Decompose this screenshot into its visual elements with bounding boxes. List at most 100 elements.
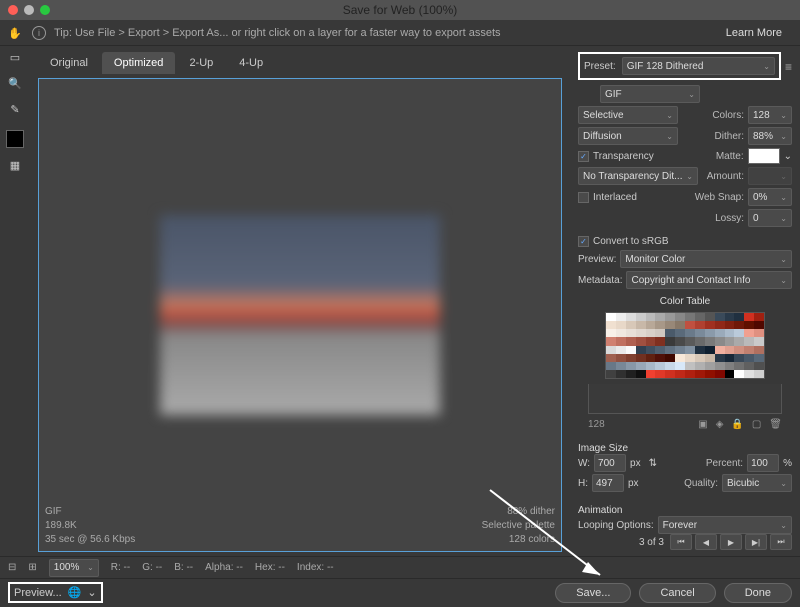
color-swatch[interactable] [646,321,656,329]
color-swatch[interactable] [685,346,695,354]
browser-dropdown-icon[interactable]: ⌄ [87,586,96,599]
color-swatch[interactable] [734,346,744,354]
color-swatch[interactable] [646,346,656,354]
tab-original[interactable]: Original [38,52,100,74]
tab-2up[interactable]: 2-Up [177,52,225,74]
color-swatch[interactable] [695,329,705,337]
color-swatch[interactable] [744,313,754,321]
eyedropper-tool[interactable]: ✎ [6,100,24,118]
color-swatch[interactable] [705,329,715,337]
color-swatch[interactable] [695,370,705,378]
color-swatch[interactable] [606,346,616,354]
lossy-value[interactable]: 0⌄ [748,209,792,227]
color-swatch[interactable] [715,362,725,370]
color-swatch[interactable] [725,313,735,321]
status-icon-2[interactable]: ⊞ [28,562,36,573]
color-swatch[interactable] [725,321,735,329]
tab-4up[interactable]: 4-Up [227,52,275,74]
color-swatch[interactable] [655,346,665,354]
color-swatch[interactable] [675,346,685,354]
preset-select[interactable]: GIF 128 Dithered⌄ [622,57,775,75]
color-swatch[interactable] [734,337,744,345]
color-swatch[interactable] [705,313,715,321]
matte-swatch[interactable] [748,148,780,164]
color-swatch[interactable] [665,329,675,337]
ct-icon-2[interactable]: ◈ [716,419,724,430]
reduction-select[interactable]: Selective⌄ [578,106,678,124]
color-swatch[interactable] [626,329,636,337]
colors-select[interactable]: 128⌄ [748,106,792,124]
color-swatch[interactable] [616,370,626,378]
websnap-value[interactable]: 0%⌄ [748,188,792,206]
color-swatch[interactable] [665,313,675,321]
width-input[interactable] [594,454,626,472]
color-swatch[interactable] [744,370,754,378]
looping-select[interactable]: Forever⌄ [658,516,792,534]
minimize-window-button[interactable] [24,5,34,15]
interlaced-checkbox[interactable] [578,192,589,203]
color-swatch[interactable] [734,370,744,378]
eyedropper-color-swatch[interactable] [6,130,24,148]
color-swatch[interactable] [606,370,616,378]
color-swatch[interactable] [675,370,685,378]
transparency-dither-select[interactable]: No Transparency Dit...⌄ [578,167,698,185]
color-swatch[interactable] [636,337,646,345]
color-swatch[interactable] [754,337,764,345]
color-swatch[interactable] [655,313,665,321]
color-swatch[interactable] [695,346,705,354]
color-swatch[interactable] [626,354,636,362]
color-swatch[interactable] [636,354,646,362]
color-swatch[interactable] [626,362,636,370]
color-swatch[interactable] [616,354,626,362]
format-select[interactable]: GIF⌄ [600,85,700,103]
color-swatch[interactable] [665,354,675,362]
zoom-tool[interactable]: 🔍 [6,74,24,92]
color-swatch[interactable] [685,313,695,321]
color-swatch[interactable] [626,313,636,321]
color-swatch[interactable] [636,329,646,337]
hand-tool-icon[interactable]: ✋ [6,24,24,42]
preview-button[interactable]: Preview... [14,587,62,599]
color-swatch[interactable] [636,313,646,321]
color-swatch[interactable] [616,337,626,345]
color-swatch[interactable] [734,313,744,321]
color-swatch[interactable] [725,346,735,354]
color-swatch[interactable] [744,337,754,345]
color-swatch[interactable] [705,321,715,329]
color-swatch[interactable] [636,370,646,378]
color-swatch[interactable] [715,329,725,337]
color-swatch[interactable] [705,346,715,354]
color-swatch[interactable] [734,329,744,337]
color-swatch[interactable] [626,346,636,354]
color-swatch[interactable] [646,354,656,362]
color-swatch[interactable] [754,313,764,321]
color-swatch[interactable] [655,337,665,345]
color-swatch[interactable] [646,313,656,321]
preview-area[interactable]: GIF 189.8K 35 sec @ 56.6 Kbps 88% dither… [38,78,562,552]
color-swatch[interactable] [754,321,764,329]
color-swatch[interactable] [685,370,695,378]
color-swatch[interactable] [606,354,616,362]
color-swatch[interactable] [675,329,685,337]
color-swatch[interactable] [626,321,636,329]
color-swatch[interactable] [616,329,626,337]
color-swatch[interactable] [655,321,665,329]
color-swatch[interactable] [616,321,626,329]
color-swatch[interactable] [646,370,656,378]
color-swatch[interactable] [715,346,725,354]
color-swatch[interactable] [626,337,636,345]
color-swatch[interactable] [616,313,626,321]
metadata-select[interactable]: Copyright and Contact Info⌄ [626,271,792,289]
color-swatch[interactable] [754,354,764,362]
color-swatch[interactable] [685,362,695,370]
last-frame-button[interactable]: ⏭ [770,534,792,550]
dither-method-select[interactable]: Diffusion⌄ [578,127,678,145]
play-button[interactable]: ▶ [720,534,742,550]
height-input[interactable] [592,474,624,492]
ct-icon-1[interactable]: ▣ [698,419,707,430]
color-swatch[interactable] [725,362,735,370]
color-swatch[interactable] [725,329,735,337]
color-swatch[interactable] [744,362,754,370]
color-swatch[interactable] [655,362,665,370]
color-swatch[interactable] [646,362,656,370]
